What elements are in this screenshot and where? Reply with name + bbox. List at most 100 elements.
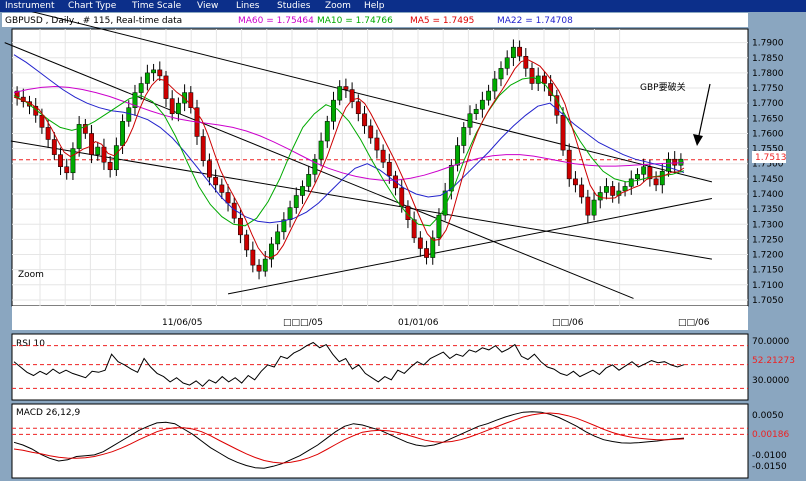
candle-body <box>107 161 113 171</box>
chart-canvas[interactable]: GBPUSD , Daily , # 115, Real-time data M… <box>0 12 806 481</box>
candle-body <box>58 154 63 167</box>
rsi-title: RSI 10 <box>16 339 45 349</box>
y-tick-label: 1.7850 <box>752 54 784 64</box>
candle-body <box>424 248 429 258</box>
candle-body <box>219 184 225 193</box>
candle-body <box>64 166 70 174</box>
candle-body <box>579 184 585 198</box>
candle-body <box>343 86 349 90</box>
menu-chart-type[interactable]: Chart Type <box>68 0 116 12</box>
candle-body <box>206 160 212 178</box>
menu-help[interactable]: Help <box>364 0 385 12</box>
candle-body <box>120 121 125 146</box>
candle-body <box>399 187 405 207</box>
y-tick-label: 1.7250 <box>752 235 784 245</box>
candle-body <box>200 136 206 161</box>
candle-body <box>213 177 219 186</box>
macd-panel[interactable] <box>11 403 749 479</box>
y-tick-label: 1.7050 <box>752 296 784 306</box>
candle-body <box>238 217 243 236</box>
candle-body <box>541 75 547 84</box>
rsi-panel[interactable] <box>11 333 749 401</box>
candle-body <box>610 186 616 196</box>
ma22-label: MA22 = 1.74708 <box>497 16 573 26</box>
candle-body <box>417 237 423 249</box>
candle-body <box>585 196 591 216</box>
period-label-dec: □□□/05 <box>283 318 323 328</box>
period-label-jan: 01/01/06 <box>398 318 439 328</box>
period-label-mar: □□/06 <box>678 318 710 328</box>
candle-body <box>641 166 647 175</box>
menu-zoom[interactable]: Zoom <box>325 0 351 12</box>
y-tick-label: 1.7450 <box>752 175 784 185</box>
candle-body <box>337 86 343 101</box>
y-tick-label: 1.7350 <box>752 205 784 215</box>
macd-ref-label: 0.00186 <box>752 430 789 440</box>
y-tick-label: 1.7750 <box>752 84 784 94</box>
candle-body <box>287 207 293 220</box>
candle-body <box>95 146 101 155</box>
annotation-text: GBP要破关 <box>640 81 686 93</box>
candle-body <box>560 115 566 151</box>
candle-body <box>126 107 132 122</box>
candle-body <box>591 199 597 216</box>
candle-body <box>659 171 665 186</box>
period-label-nov: 11/06/05 <box>162 318 202 328</box>
candle-body <box>628 178 634 187</box>
menu-time-scale[interactable]: Time Scale <box>132 0 181 12</box>
candle-body <box>529 68 535 84</box>
y-tick-label: 1.7400 <box>752 190 784 200</box>
candle-body <box>573 178 578 186</box>
period-label-feb: □□/06 <box>552 318 584 328</box>
ma60-label: MA60 = 1.75464 <box>238 16 314 26</box>
candle-body <box>262 258 268 272</box>
y-tick-label: 1.7800 <box>752 69 784 79</box>
candle-body <box>355 101 361 115</box>
candle-body <box>504 57 510 69</box>
macd-tick-m0150: -0.0150 <box>752 462 787 472</box>
candle-body <box>51 139 57 155</box>
candle-body <box>293 195 299 208</box>
candle-body <box>486 90 492 101</box>
candle-body <box>331 99 336 122</box>
candle-body <box>169 98 175 115</box>
macd-tick-m0100: -0.0100 <box>752 451 787 461</box>
candle-body <box>244 234 250 251</box>
candle-body <box>306 174 312 187</box>
macd-tick-0050: 0.0050 <box>752 411 784 421</box>
candle-body <box>380 149 386 163</box>
y-tick-label: 1.7900 <box>752 39 784 49</box>
y-tick-label: 1.7100 <box>752 281 784 291</box>
candle-body <box>157 69 163 77</box>
menu-studies[interactable]: Studies <box>277 0 310 12</box>
candle-body <box>467 113 473 128</box>
candle-body <box>144 72 150 84</box>
candle-body <box>138 83 144 93</box>
candle-body <box>151 69 157 74</box>
candle-body <box>318 140 324 160</box>
y-tick-label: 1.7300 <box>752 220 784 230</box>
candle-body <box>275 231 281 245</box>
zoom-label[interactable]: Zoom <box>18 270 44 280</box>
candle-body <box>362 113 367 127</box>
candle-body <box>300 186 305 196</box>
x-axis-strip <box>12 306 748 330</box>
candle-body <box>461 127 467 146</box>
candle-body <box>678 158 684 166</box>
candle-body <box>430 237 436 258</box>
menu-instrument[interactable]: Instrument <box>5 0 55 12</box>
candle-body <box>256 264 262 272</box>
menu-lines[interactable]: Lines <box>236 0 259 12</box>
candle-body <box>498 68 504 80</box>
candle-body <box>653 178 659 186</box>
macd-title: MACD 26,12,9 <box>16 408 80 418</box>
menu-view[interactable]: View <box>197 0 218 12</box>
candle-body <box>635 174 640 180</box>
candle-body <box>666 158 671 172</box>
candle-body <box>45 127 51 140</box>
y-tick-label: 1.7600 <box>752 129 784 139</box>
ma5-label: MA5 = 1.7495 <box>410 16 474 26</box>
candle-body <box>70 148 76 174</box>
candle-body <box>175 102 181 115</box>
candle-body <box>622 186 628 192</box>
